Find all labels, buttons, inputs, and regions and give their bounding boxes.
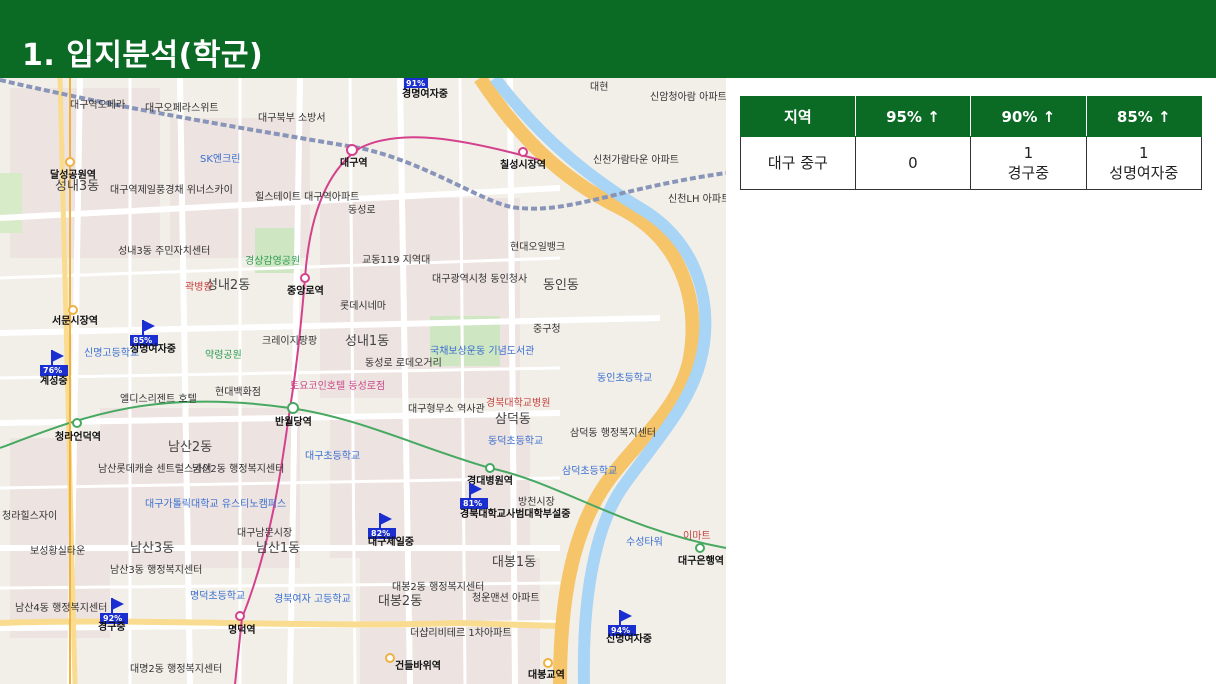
- place-label: 대구남문시장: [237, 527, 292, 539]
- place-label: 동인초등학교: [597, 372, 652, 384]
- place-label: 롯데시네마: [340, 300, 386, 312]
- cell-85-count: 1: [1139, 144, 1149, 162]
- station-label: 서문시장역: [52, 314, 98, 327]
- svg-text:성명여자중: 성명여자중: [130, 342, 176, 355]
- station-label: 대구역: [340, 156, 368, 169]
- place-label: 삼덕초등학교: [562, 465, 617, 477]
- svg-text:계성중: 계성중: [40, 374, 68, 387]
- place-label: 중구청: [533, 323, 561, 335]
- place-label: 청운맨션 아파트: [472, 592, 540, 604]
- place-label: 대구초등학교: [305, 450, 360, 462]
- district-label: 대봉2동: [378, 594, 422, 609]
- district-label: 삼덕동: [495, 412, 531, 427]
- district-label: 성내3동: [55, 179, 99, 194]
- place-label: 삼덕동 행정복지센터: [570, 427, 656, 439]
- svg-text:91%: 91%: [406, 79, 425, 88]
- table-header-row: 지역 95% ↑ 90% ↑ 85% ↑: [740, 96, 1203, 137]
- svg-text:경북대학교사범대학부설중: 경북대학교사범대학부설중: [460, 507, 570, 520]
- place-label: 수성타워: [626, 535, 663, 548]
- place-label: 경북대학교병원: [486, 396, 550, 409]
- place-label: 남산4동 행정복지센터: [15, 602, 107, 614]
- place-label: 토요코인호텔 동성로점: [290, 380, 385, 392]
- place-label: 성내3동 주민자치센터: [118, 245, 210, 257]
- place-label: 동성로 로데오거리: [365, 357, 442, 369]
- place-label: 이마트: [683, 530, 711, 542]
- place-label: 현대오일뱅크: [510, 241, 565, 253]
- school-stats-table: 지역 95% ↑ 90% ↑ 85% ↑ 대구 중구 0 1 경구중 1 성명여…: [740, 96, 1203, 190]
- svg-text:81%: 81%: [463, 499, 482, 508]
- station-label: 명덕역: [228, 623, 256, 636]
- place-label: 보성황실타운: [30, 545, 85, 557]
- district-label: 남산3동: [130, 541, 174, 556]
- station-label: 대봉교역: [528, 668, 565, 681]
- title-bar: 1. 입지분석(학군): [0, 0, 1216, 78]
- place-label: 남산롯데캐슬 센트럴스카이: [98, 462, 212, 475]
- place-label: 곽병원: [185, 281, 213, 293]
- cell-95: 0: [854, 136, 972, 190]
- place-label: 엘디스리젠트 호텔: [120, 392, 197, 405]
- place-label: 명덕초등학교: [190, 590, 245, 602]
- col-header-region: 지역: [740, 96, 856, 137]
- place-label: 신천LH 아파트: [668, 193, 726, 205]
- svg-text:대구제일중: 대구제일중: [368, 535, 414, 548]
- place-label: 대구역제일풍경채 위너스카이: [110, 183, 233, 196]
- col-header-85: 85% ↑: [1085, 96, 1203, 137]
- table-row: 대구 중구 0 1 경구중 1 성명여자중: [740, 136, 1203, 190]
- page-title: 1. 입지분석(학군): [22, 38, 264, 73]
- place-label: 대명2동 행정복지센터: [130, 663, 222, 675]
- svg-text:경명여자중: 경명여자중: [402, 87, 448, 100]
- place-label: 교동119 지역대: [362, 254, 430, 266]
- place-label: 동덕초등학교: [488, 435, 543, 447]
- place-label: 동성로: [348, 204, 376, 216]
- place-label: 현대백화점: [215, 386, 261, 398]
- station-label: 청라언덕역: [55, 430, 101, 443]
- svg-text:경구중: 경구중: [98, 620, 126, 633]
- place-label: 남산3동 행정복지센터: [110, 564, 202, 576]
- cell-85: 1 성명여자중: [1085, 136, 1203, 190]
- place-label: 경상감영공원: [245, 254, 300, 267]
- place-label: SK엔크린: [200, 153, 241, 165]
- station-label: 칠성시장역: [500, 158, 546, 171]
- cell-90-school: 경구중: [1007, 164, 1050, 182]
- place-label: 국채보상운동 기념도서관: [430, 345, 534, 357]
- place-label: 대구가톨릭대학교 유스티노캠퍼스: [145, 498, 286, 510]
- district-label: 남산1동: [256, 541, 300, 556]
- place-label: 청라힐스자이: [2, 509, 57, 522]
- place-label: 대구역오페라: [70, 99, 125, 111]
- district-label: 남산2동: [168, 440, 212, 455]
- place-label: 경북여자 고등학교: [274, 592, 351, 605]
- cell-region: 대구 중구: [740, 136, 856, 190]
- station-label: 건들바위역: [395, 659, 441, 672]
- place-label: 대현: [590, 81, 608, 93]
- place-label: 대구형무소 역사관: [408, 403, 485, 415]
- place-label: 신천가람타운 아파트: [593, 153, 679, 166]
- place-label: 대구오페라스위트: [145, 101, 219, 114]
- place-label: 약령공원: [205, 349, 242, 361]
- place-label: 방천시장: [518, 496, 555, 508]
- cell-90: 1 경구중: [970, 136, 1087, 190]
- place-label: 대구광역시청 동인청사: [432, 273, 527, 285]
- svg-text:76%: 76%: [43, 366, 62, 375]
- district-label: 대봉1동: [492, 555, 536, 570]
- place-label: 대봉2동 행정복지센터: [392, 581, 484, 593]
- place-label: 힐스테이트 대구역아파트: [255, 190, 359, 203]
- place-label: 더샵리비테르 1차아파트: [410, 627, 512, 639]
- cell-90-count: 1: [1023, 144, 1034, 162]
- col-header-95: 95% ↑: [854, 96, 972, 137]
- place-label: 크레이지팡팡: [262, 335, 317, 347]
- station-label: 중앙로역: [287, 284, 324, 297]
- svg-text:신명여자중: 신명여자중: [606, 632, 652, 645]
- station-label: 대구은행역: [678, 554, 724, 567]
- district-label: 성내2동: [206, 278, 250, 293]
- district-label: 동인동: [543, 278, 579, 293]
- school-district-map[interactable]: 대구역 칠성시장역 중앙로역 반월당역 서문시장역 청라언덕역 경대병원역 명덕…: [0, 78, 726, 684]
- place-label: 대구북부 소방서: [258, 112, 326, 124]
- place-label: 신암청아람 아파트: [650, 90, 726, 103]
- district-label: 성내1동: [345, 334, 389, 349]
- col-header-90: 90% ↑: [970, 96, 1087, 137]
- station-label: 반월당역: [275, 415, 312, 428]
- cell-85-school: 성명여자중: [1109, 164, 1179, 182]
